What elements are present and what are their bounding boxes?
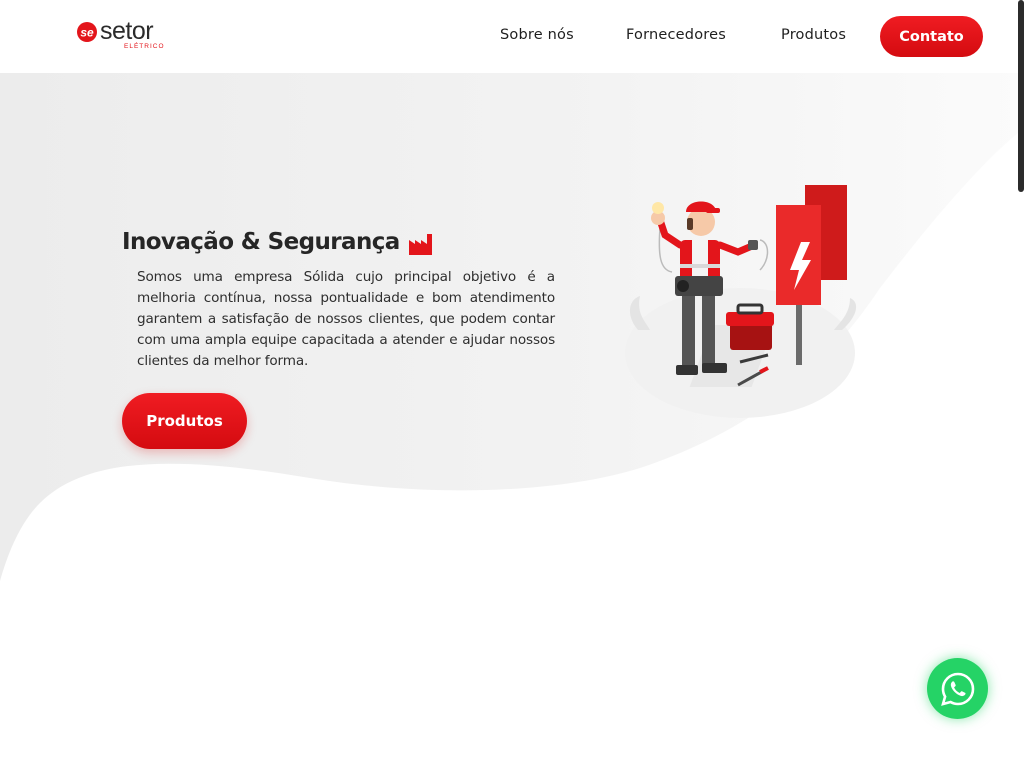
contato-button[interactable]: Contato — [880, 16, 983, 57]
hero-description: Somos uma empresa Sólida cujo principal … — [137, 269, 555, 369]
nav-fornecedores[interactable]: Fornecedores — [626, 27, 726, 43]
logo-mark: se — [80, 26, 94, 40]
electrician-illustration — [625, 185, 857, 418]
site-header: se setor ELÉTRICO Sobre nós Fornecedores… — [0, 0, 1024, 73]
logo-subtitle: ELÉTRICO — [124, 41, 165, 50]
nav-produtos[interactable]: Produtos — [781, 27, 846, 43]
produtos-button[interactable]: Produtos — [122, 393, 247, 449]
hero-title: Inovação & Segurança — [122, 229, 400, 255]
whatsapp-button[interactable] — [927, 658, 988, 719]
logo-name: setor — [100, 17, 153, 45]
whatsapp-icon — [940, 672, 974, 706]
nav-sobre-nos[interactable]: Sobre nós — [500, 27, 574, 43]
factory-icon — [409, 234, 432, 255]
setor-logo[interactable]: se setor ELÉTRICO — [76, 14, 176, 54]
page-scrollbar[interactable] — [1018, 0, 1024, 192]
